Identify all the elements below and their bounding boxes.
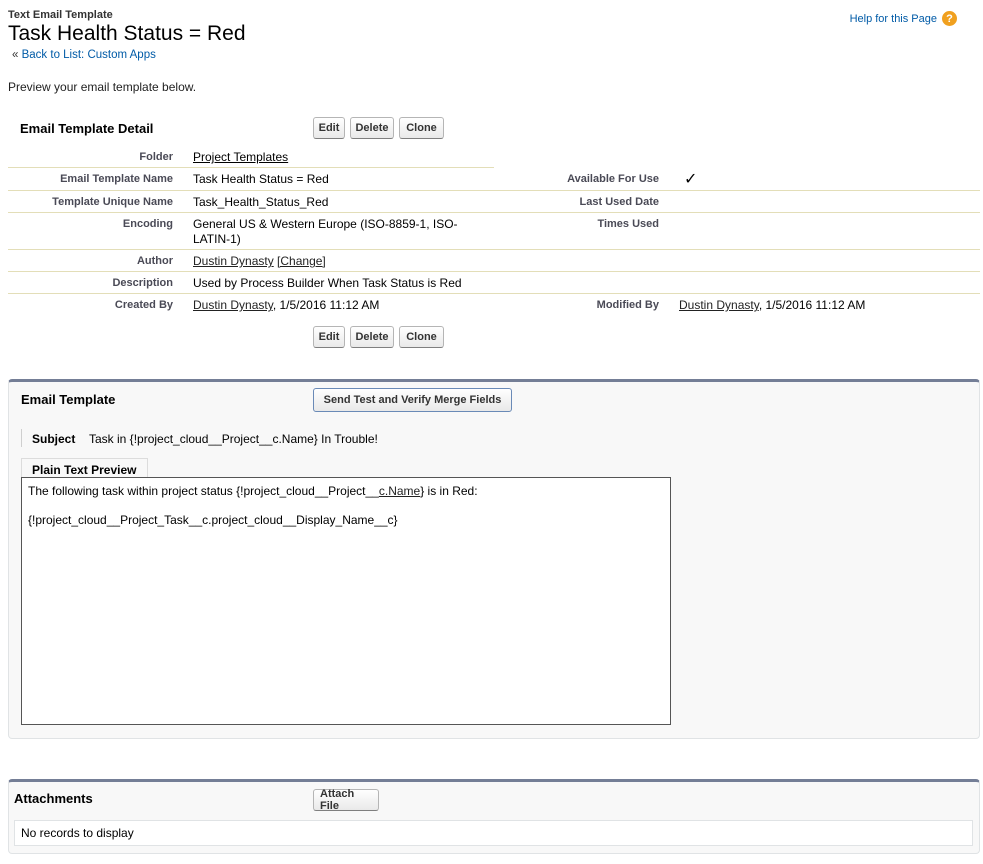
modified-by-value: Dustin Dynasty, 1/5/2016 11:12 AM [679, 298, 865, 312]
plain-text-preview-box: The following task within project status… [21, 477, 671, 725]
template-name-label: Email Template Name [60, 173, 173, 185]
preview-merge-link[interactable]: c.Name [379, 484, 420, 498]
template-unique-name-value: Task_Health_Status_Red [193, 195, 329, 209]
folder-link[interactable]: Project Templates [193, 150, 288, 164]
attachments-empty-message: No records to display [14, 820, 973, 846]
template-name-value: Task Health Status = Red [193, 172, 329, 186]
last-used-date-label: Last Used Date [579, 196, 659, 208]
created-by-value: Dustin Dynasty, 1/5/2016 11:12 AM [193, 298, 379, 312]
attach-file-button[interactable]: Attach File [313, 788, 379, 812]
help-icon[interactable]: ? [942, 11, 957, 26]
modified-date: , 1/5/2016 11:12 AM [758, 298, 866, 312]
attachments-title: Attachments [14, 791, 93, 806]
page-eyebrow: Text Email Template [8, 9, 113, 21]
preview-body-line: {!project_cloud__Project_Task__c.project… [28, 513, 398, 527]
author-value: Dustin Dynasty [Change] [193, 254, 326, 268]
subject-divider [21, 429, 22, 447]
modified-by-label: Modified By [596, 299, 659, 311]
edit-button-top[interactable]: Edit [313, 117, 345, 139]
intro-text: Preview your email template below. [8, 80, 197, 94]
encoding-value-line: General US & Western Europe (ISO-8859-1,… [193, 217, 458, 231]
times-used-label: Times Used [597, 218, 659, 230]
author-link[interactable]: Dustin Dynasty [193, 254, 274, 268]
modified-by-user-link[interactable]: Dustin Dynasty [679, 298, 759, 312]
delete-button-bottom[interactable]: Delete [350, 326, 394, 348]
help-link-container: Help for this Page ? [850, 11, 957, 26]
checkmark-icon: ✓ [684, 171, 698, 188]
row-divider [8, 249, 980, 250]
clone-button-bottom[interactable]: Clone [399, 326, 444, 348]
delete-button-top[interactable]: Delete [350, 117, 394, 139]
subject-label: Subject [32, 432, 76, 446]
help-link[interactable]: Help for this Page [850, 13, 937, 25]
breadcrumb: « Back to List: Custom Apps [12, 49, 156, 61]
tab-plain-text-preview[interactable]: Plain Text Preview [21, 458, 148, 479]
created-date: , 1/5/2016 11:12 AM [272, 298, 380, 312]
row-divider [8, 190, 980, 191]
preview-body-line: The following task within project status… [28, 484, 664, 498]
send-test-button[interactable]: Send Test and Verify Merge Fields [313, 388, 512, 412]
clone-button-top[interactable]: Clone [399, 117, 444, 139]
email-template-panel: Email Template Send Test and Verify Merg… [8, 379, 980, 739]
row-divider [8, 212, 980, 213]
author-label: Author [136, 255, 173, 267]
template-unique-name-label: Template Unique Name [52, 196, 173, 208]
row-divider [8, 167, 494, 168]
email-template-title: Email Template [21, 392, 116, 407]
back-to-list-link[interactable]: Back to List: Custom Apps [22, 49, 156, 61]
back-arrow-icon: « [12, 49, 19, 61]
row-divider [8, 271, 980, 272]
preview-text: } is in Red: [420, 484, 478, 498]
created-by-user-link[interactable]: Dustin Dynasty [193, 298, 273, 312]
created-by-label: Created By [114, 299, 173, 311]
detail-section-title: Email Template Detail [20, 121, 154, 136]
page-title: Task Health Status = Red [8, 22, 246, 45]
change-author-link[interactable]: [Change] [277, 254, 326, 268]
attachments-panel: Attachments Attach File No records to di… [8, 779, 980, 854]
description-value: Used by Process Builder When Task Status… [193, 276, 462, 290]
description-label: Description [112, 277, 173, 289]
row-divider [8, 293, 980, 294]
edit-button-bottom[interactable]: Edit [313, 326, 345, 348]
folder-label: Folder [139, 151, 173, 163]
encoding-value: General US & Western Europe (ISO-8859-1,… [193, 217, 458, 247]
preview-text: The following task within project status… [28, 484, 379, 498]
encoding-value-line: LATIN-1) [193, 232, 241, 246]
encoding-label: Encoding [122, 218, 173, 230]
available-for-use-label: Available For Use [567, 173, 659, 185]
subject-value: Task in {!project_cloud__Project__c.Name… [89, 432, 378, 446]
